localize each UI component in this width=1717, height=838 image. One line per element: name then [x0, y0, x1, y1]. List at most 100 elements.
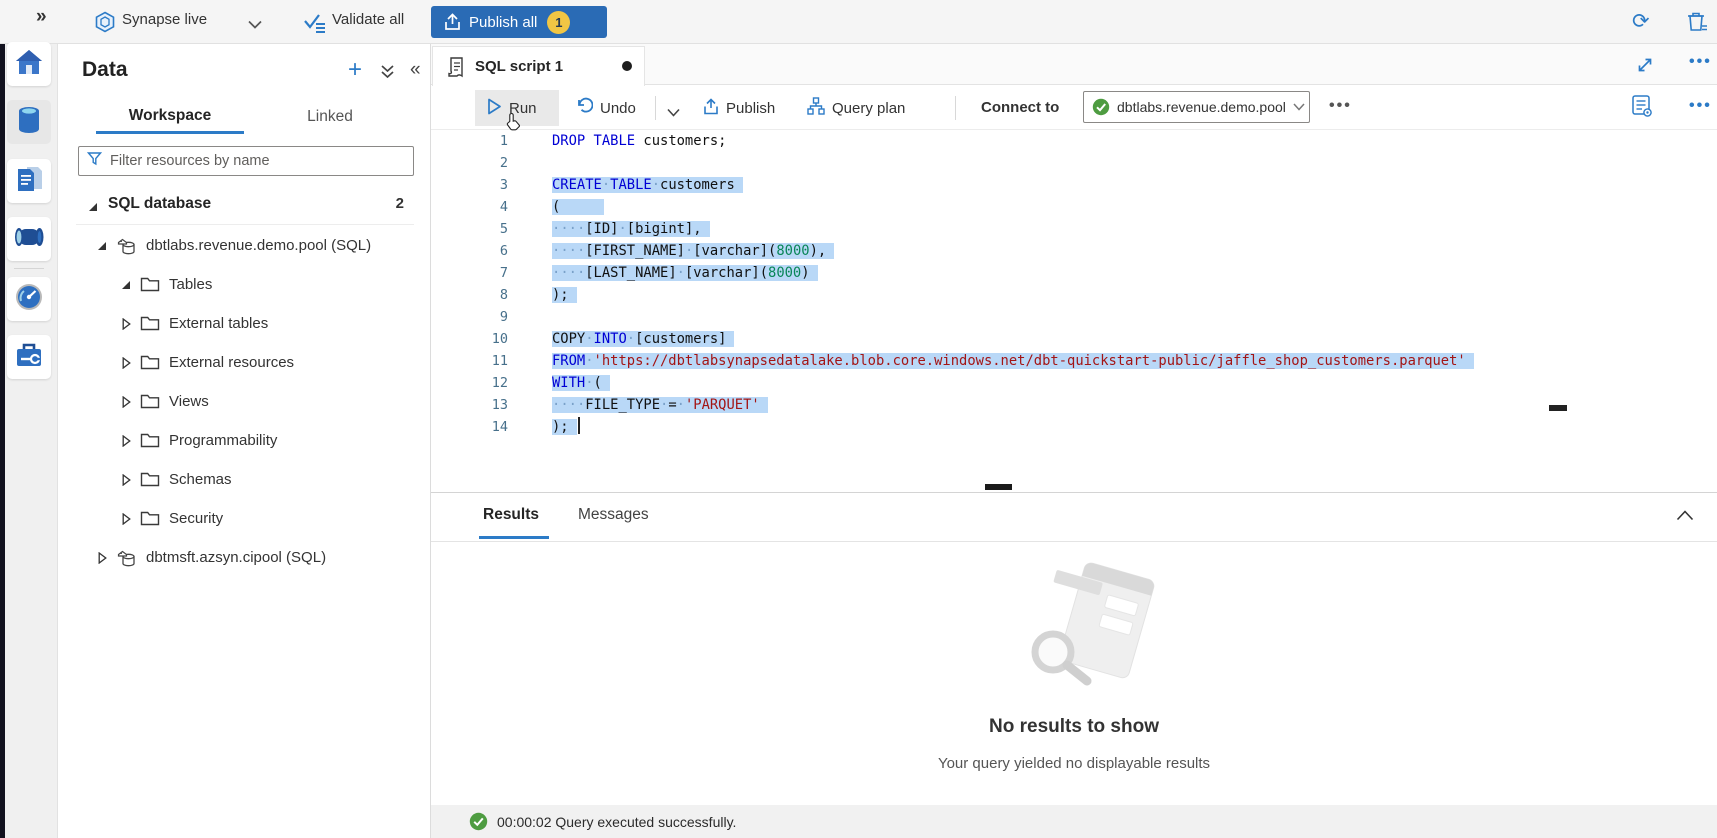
tree-item-programmability[interactable]: Programmability	[58, 421, 430, 460]
expand-editor-icon[interactable]	[1636, 56, 1654, 79]
undo-button[interactable]: Undo	[575, 90, 636, 126]
code-line-3[interactable]: 3CREATE·TABLE·customers	[431, 174, 1717, 196]
collapsed-caret-icon[interactable]	[120, 396, 132, 408]
code-line-9[interactable]: 9	[431, 306, 1717, 328]
query-plan-button[interactable]: Query plan	[807, 90, 905, 126]
nav-data-button[interactable]	[7, 100, 51, 144]
collapsed-caret-icon[interactable]	[120, 513, 132, 525]
success-check-icon	[469, 812, 488, 831]
result-settings-icon[interactable]	[1631, 94, 1653, 123]
tab-results[interactable]: Results	[483, 506, 539, 524]
mode-chevron-down-icon[interactable]	[248, 16, 262, 34]
collapsed-caret-icon[interactable]	[120, 435, 132, 447]
publish-all-label: Publish all	[469, 14, 537, 31]
line-number: 4	[431, 196, 508, 218]
mode-selector-label[interactable]: Synapse live	[122, 11, 207, 28]
line-number: 1	[431, 130, 508, 152]
tree-item-views[interactable]: Views	[58, 382, 430, 421]
monitor-gauge-icon	[14, 282, 44, 317]
nav-monitor-button[interactable]	[7, 277, 51, 321]
refresh-icon[interactable]: ⟳	[1632, 9, 1650, 34]
toolbar-more-icon[interactable]: •••	[1329, 97, 1352, 115]
code-line-11[interactable]: 11FROM·'https://dbtlabsynapsedatalake.bl…	[431, 350, 1717, 372]
discard-trash-icon[interactable]	[1686, 10, 1708, 39]
code-line-7[interactable]: 7····[LAST_NAME]·[varchar](8000)	[431, 262, 1717, 284]
nav-manage-button[interactable]	[7, 335, 51, 379]
pool-select-dropdown[interactable]: dbtlabs.revenue.demo.pool	[1083, 91, 1310, 123]
results-tab-underline	[479, 536, 549, 539]
code-line-10[interactable]: 10COPY·INTO·[customers]	[431, 328, 1717, 350]
editor-scrollbar-thumb[interactable]	[1549, 405, 1567, 411]
add-resource-button[interactable]: +	[348, 60, 362, 80]
toolbar-separator	[955, 96, 956, 120]
nav-home-button[interactable]	[7, 42, 51, 86]
publish-all-button[interactable]: Publish all 1	[431, 6, 607, 38]
tree-item-label: Programmability	[169, 432, 277, 449]
folder-icon	[140, 276, 160, 293]
text-cursor	[578, 417, 580, 434]
develop-icon	[14, 164, 44, 199]
manage-toolbox-icon	[14, 341, 44, 374]
tab-sql-script-1[interactable]: SQL script 1	[432, 46, 645, 86]
dropdown-chevron-icon	[1293, 98, 1305, 116]
toolbar-overflow-icon[interactable]: •••	[1689, 97, 1712, 115]
query-plan-label: Query plan	[832, 100, 905, 117]
results-header: Results Messages	[431, 492, 1717, 542]
expand-topnav-icon[interactable]: »	[36, 6, 47, 28]
code-line-8[interactable]: 8);	[431, 284, 1717, 306]
validate-all-button[interactable]: Validate all	[332, 11, 404, 28]
collapsed-caret-icon[interactable]	[120, 474, 132, 486]
nav-develop-button[interactable]	[7, 159, 51, 203]
collapse-all-icon[interactable]	[380, 64, 395, 84]
code-text: DROP TABLE customers;	[552, 130, 726, 152]
code-line-1[interactable]: 1 DROP TABLE customers;	[431, 130, 1717, 152]
publish-button[interactable]: Publish	[703, 90, 775, 126]
synapse-studio-window: » Synapse live Validate all Publish all …	[0, 0, 1717, 838]
tab-messages[interactable]: Messages	[578, 506, 649, 524]
upload-icon	[444, 13, 461, 31]
code-line-6[interactable]: 6····[FIRST_NAME]·[varchar](8000),	[431, 240, 1717, 262]
code-line-14[interactable]: 14);	[431, 416, 1717, 438]
code-text: ····[LAST_NAME]·[varchar](8000)	[552, 262, 818, 284]
line-number: 8	[431, 284, 508, 306]
tree-item-tables[interactable]: Tables	[58, 265, 430, 304]
line-number: 13	[431, 394, 508, 416]
code-line-2[interactable]: 2	[431, 152, 1717, 174]
collapsed-caret-icon[interactable]	[120, 357, 132, 369]
expanded-caret-icon[interactable]	[96, 241, 108, 251]
tree-item-dbtmsft-azsyn-cipool-sql[interactable]: dbtmsft.azsyn.cipool (SQL)	[58, 538, 430, 577]
mouse-hand-cursor	[505, 112, 524, 139]
tree-root-sql-database[interactable]: SQL database 2	[58, 190, 430, 222]
code-line-5[interactable]: 5····[ID]·[bigint],	[431, 218, 1717, 240]
code-line-4[interactable]: 4(	[431, 196, 1717, 218]
connect-to-label: Connect to	[981, 99, 1059, 116]
expanded-caret-icon[interactable]	[120, 280, 132, 290]
line-number: 3	[431, 174, 508, 196]
results-splitter-handle[interactable]	[985, 484, 1012, 490]
nav-integrate-button[interactable]	[7, 217, 51, 261]
tree-item-external-tables[interactable]: External tables	[58, 304, 430, 343]
tree-item-external-resources[interactable]: External resources	[58, 343, 430, 382]
run-options-chevron-icon[interactable]	[667, 104, 680, 122]
collapsed-caret-icon[interactable]	[96, 552, 108, 564]
collapsed-caret-icon[interactable]	[120, 318, 132, 330]
tab-linked[interactable]: Linked	[280, 100, 380, 134]
database-icon	[116, 235, 137, 256]
tree-item-dbtlabs-revenue-demo-pool-sql[interactable]: dbtlabs.revenue.demo.pool (SQL)	[58, 226, 430, 265]
tree-item-security[interactable]: Security	[58, 499, 430, 538]
tab-workspace[interactable]: Workspace	[96, 100, 244, 134]
empty-results-subtitle: Your query yielded no displayable result…	[431, 755, 1717, 772]
undo-icon	[575, 97, 593, 119]
filter-resources-input[interactable]: Filter resources by name	[78, 146, 414, 176]
unsaved-changes-dot	[622, 61, 632, 71]
tree-item-label: dbtlabs.revenue.demo.pool (SQL)	[146, 237, 371, 254]
collapse-results-chevron-icon[interactable]	[1676, 508, 1694, 526]
sql-code-editor[interactable]: 1 DROP TABLE customers;23CREATE·TABLE·cus…	[431, 130, 1717, 492]
publish-label: Publish	[726, 100, 775, 117]
tree-item-schemas[interactable]: Schemas	[58, 460, 430, 499]
collapse-panel-icon[interactable]: «	[410, 59, 421, 81]
tabstrip-more-icon[interactable]: •••	[1689, 53, 1712, 71]
code-line-12[interactable]: 12WITH·(	[431, 372, 1717, 394]
code-line-13[interactable]: 13····FILE_TYPE·=·'PARQUET'	[431, 394, 1717, 416]
expanded-caret-icon[interactable]	[88, 199, 98, 217]
